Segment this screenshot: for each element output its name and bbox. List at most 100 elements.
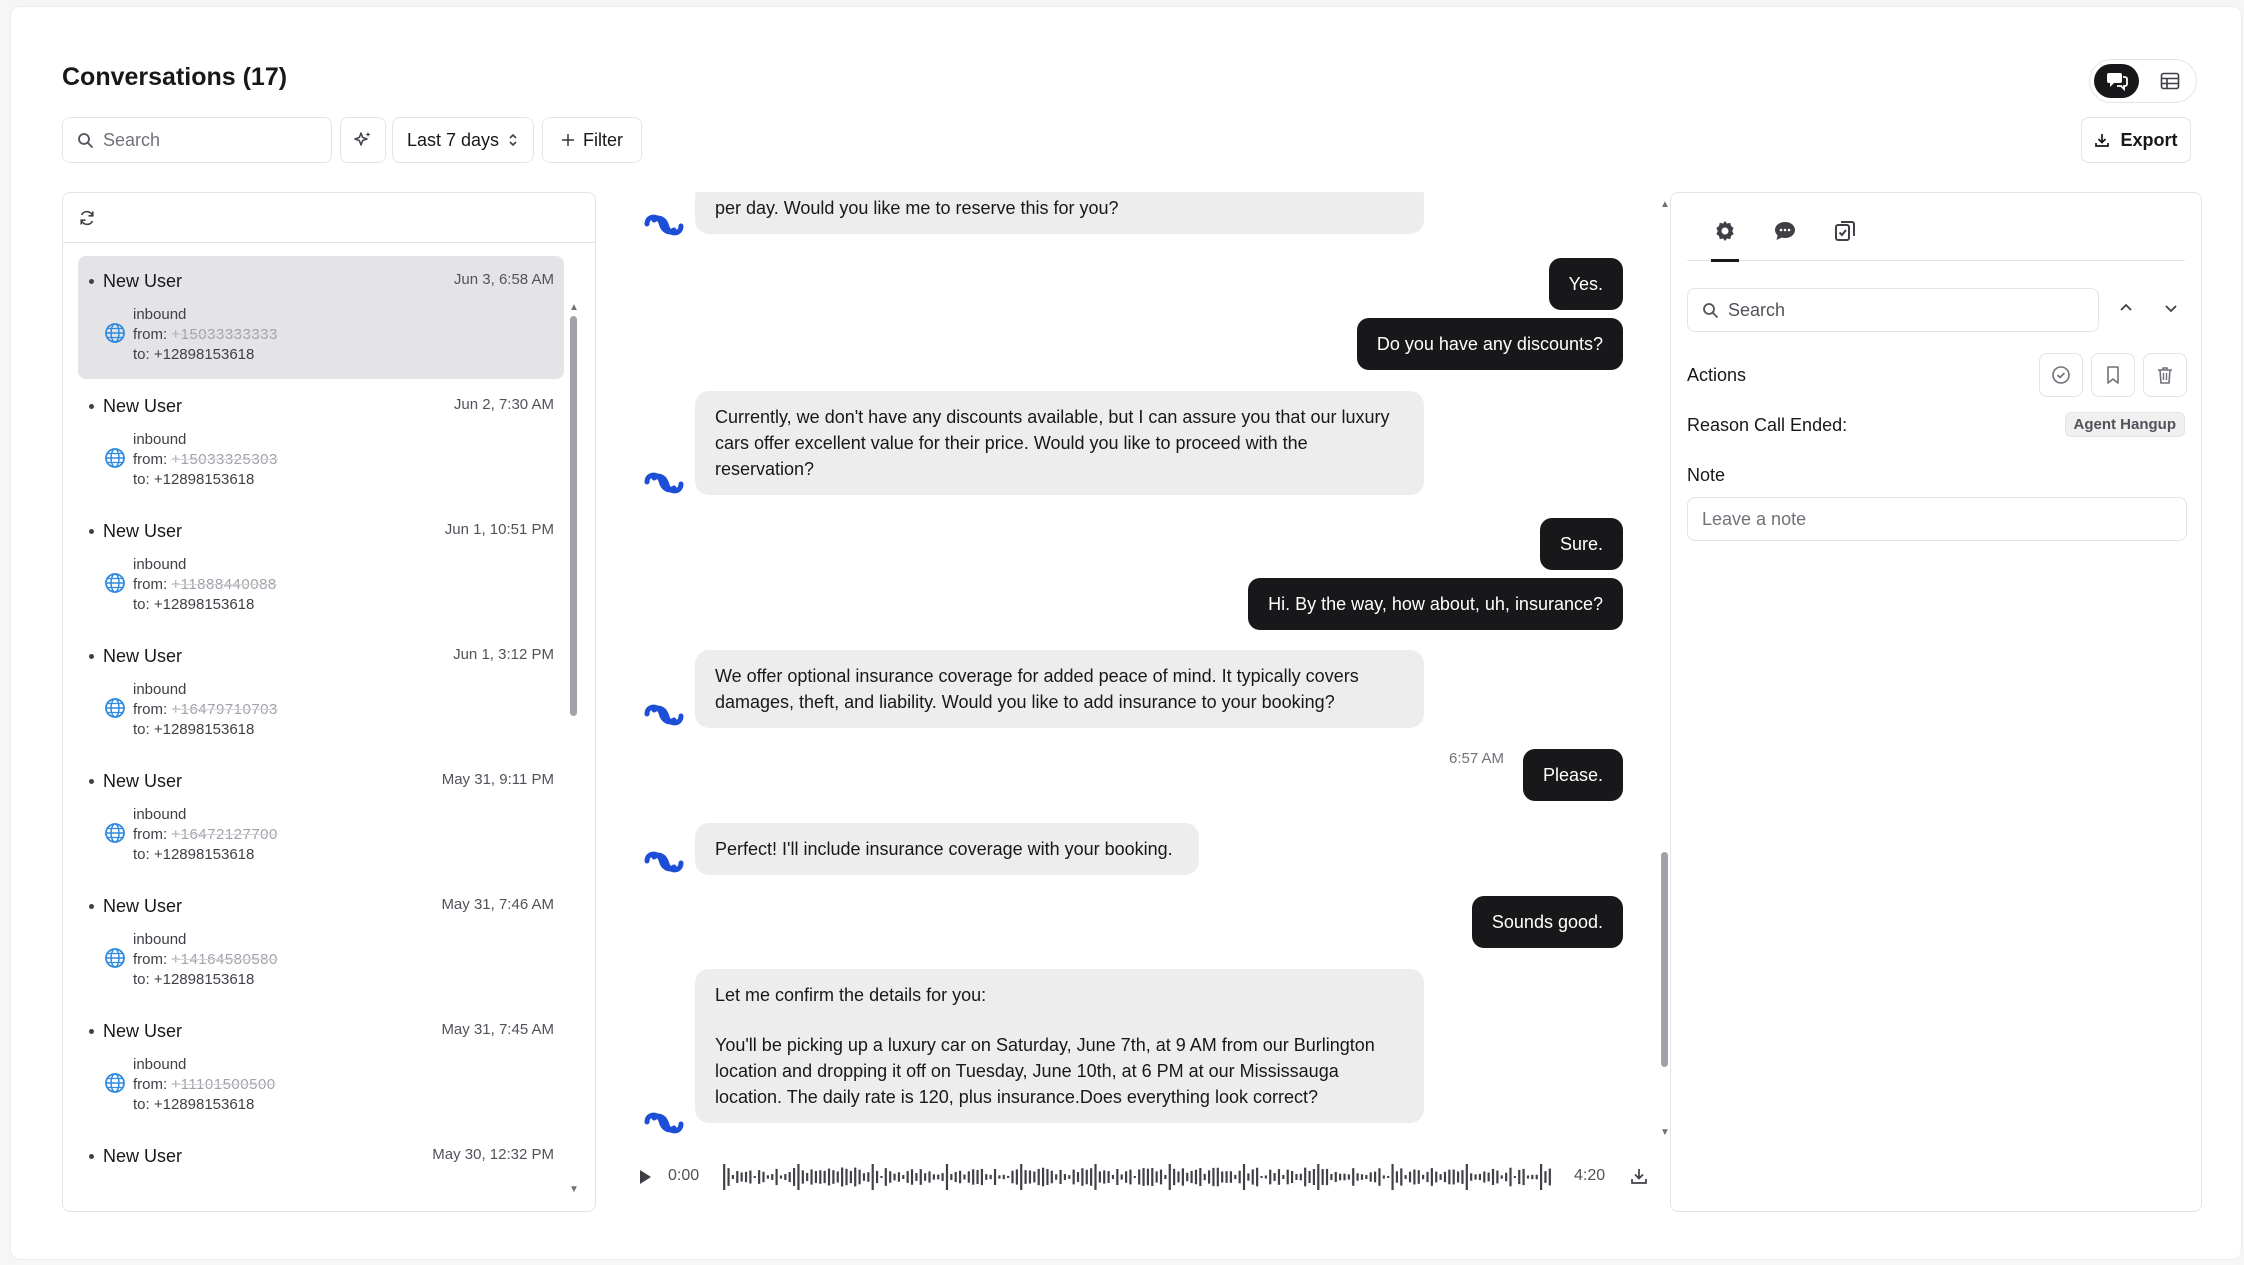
- conversation-item[interactable]: New User Jun 1, 10:51 PM inbound from: +118…: [78, 506, 564, 629]
- waveform-bar: [775, 1168, 778, 1186]
- waveform-bar: [924, 1173, 927, 1181]
- message-text: Perfect! I'll include insurance coverage…: [715, 839, 1173, 859]
- search-input[interactable]: [103, 129, 303, 151]
- waveform-bar: [1491, 1168, 1495, 1186]
- refresh-icon[interactable]: [77, 208, 97, 228]
- transcript-scroll-up[interactable]: ▲: [1660, 199, 1670, 210]
- waveform-bar: [958, 1170, 962, 1184]
- waveform-bar: [723, 1164, 726, 1190]
- waveform-bar: [1159, 1169, 1163, 1185]
- ai-search-button[interactable]: [340, 117, 386, 163]
- globe-icon: [105, 948, 125, 968]
- conversation-item[interactable]: New User May 31, 7:46 AM inbound from: +141…: [78, 881, 564, 1004]
- export-button[interactable]: Export: [2081, 117, 2191, 163]
- conversation-item[interactable]: New User May 31, 7:45 AM inbound from: +111…: [78, 1006, 564, 1129]
- view-toggle: [2089, 59, 2197, 103]
- plus-icon: [562, 134, 574, 146]
- gear-icon: [1716, 221, 1734, 241]
- waveform-bar: [1041, 1167, 1045, 1187]
- waveform-bar: [1535, 1174, 1538, 1180]
- note-input[interactable]: [1702, 508, 2172, 530]
- message-text: Yes.: [1568, 274, 1603, 294]
- conversation-date: May 31, 7:45 AM: [441, 1021, 554, 1038]
- tab-checklist[interactable]: [1831, 217, 1859, 245]
- delete-button[interactable]: [2143, 353, 2187, 397]
- call-direction: inbound: [133, 556, 187, 573]
- waveform-bar: [1068, 1175, 1071, 1179]
- waveform-bar: [1002, 1174, 1005, 1180]
- waveform-bar: [1046, 1169, 1049, 1185]
- conversation-item[interactable]: New User May 30, 12:32 PM: [78, 1131, 564, 1211]
- waveform-bar: [1435, 1171, 1438, 1183]
- message-text: Let me confirm the details for you:: [715, 985, 987, 1005]
- agent-message: per day. Would you like me to reserve th…: [695, 192, 1424, 234]
- audio-waveform[interactable]: [722, 1159, 1552, 1195]
- from-number: +15033333333: [171, 326, 278, 343]
- waveform-bar: [902, 1174, 905, 1180]
- tab-settings[interactable]: [1711, 217, 1739, 245]
- conversation-item[interactable]: New User Jun 1, 3:12 PM inbound from: +1647…: [78, 631, 564, 754]
- reason-badge: Agent Hangup: [2064, 412, 2185, 437]
- conversation-search[interactable]: [62, 117, 332, 163]
- waveform-bar: [897, 1172, 901, 1182]
- chevron-up-icon[interactable]: [2117, 299, 2135, 317]
- globe-icon: [105, 448, 125, 468]
- message-text: Currently, we don't have any discounts a…: [715, 407, 1390, 479]
- agent-message: Let me confirm the details for you: You'…: [695, 969, 1424, 1123]
- waveform-bar: [889, 1171, 892, 1183]
- callee-number: to: +12898153618: [133, 346, 255, 363]
- waveform-bar: [1312, 1168, 1316, 1186]
- user-message: Please.: [1522, 749, 1623, 801]
- unread-dot: [89, 529, 94, 534]
- chevron-down-icon[interactable]: [2162, 299, 2180, 317]
- note-field[interactable]: [1687, 497, 2187, 541]
- waveform-bar: [1020, 1164, 1023, 1190]
- callee-number: to: +12898153618: [133, 596, 255, 613]
- chat-view-button[interactable]: [2094, 64, 2139, 98]
- details-search[interactable]: [1687, 288, 2099, 332]
- conversation-item[interactable]: New User May 31, 9:11 PM inbound from: +164…: [78, 756, 564, 879]
- caller-number: from: +14164580580: [133, 951, 278, 968]
- globe-icon: [105, 1073, 125, 1093]
- waveform-bar: [1487, 1172, 1490, 1182]
- list-scrollbar[interactable]: [570, 316, 577, 716]
- tab-chat[interactable]: [1771, 217, 1799, 245]
- conversation-item[interactable]: New User Jun 2, 7:30 AM inbound from: +1503…: [78, 381, 564, 504]
- waveform-bar: [1234, 1174, 1237, 1180]
- search-icon: [1703, 303, 1718, 318]
- waveform-bar: [1129, 1169, 1132, 1185]
- transcript-scrollbar[interactable]: [1661, 852, 1668, 1067]
- waveform-bar: [849, 1170, 852, 1184]
- table-view-button[interactable]: [2147, 64, 2192, 98]
- conversation-name: New User: [103, 521, 183, 541]
- scroll-up-arrow[interactable]: ▲: [569, 302, 579, 313]
- waveform-bar: [1513, 1176, 1516, 1178]
- download-icon[interactable]: [1629, 1166, 1649, 1186]
- filter-button[interactable]: Filter: [542, 117, 642, 163]
- waveform-bar: [1360, 1174, 1364, 1180]
- mark-reviewed-button[interactable]: [2039, 353, 2083, 397]
- waveform-bar: [1352, 1168, 1355, 1186]
- conversation-date: May 30, 12:32 PM: [432, 1146, 554, 1163]
- scroll-down-arrow[interactable]: ▼: [569, 1184, 579, 1195]
- conversation-list: ▲ ▼ New User Jun 3, 6:58 AM inbound from: +…: [63, 244, 595, 1211]
- waveform-bar: [854, 1167, 857, 1187]
- check-circle-icon: [2052, 366, 2070, 384]
- unread-dot: [89, 279, 94, 284]
- transcript-scroll-down[interactable]: ▼: [1660, 1127, 1670, 1138]
- from-label: from:: [133, 826, 168, 843]
- waveform-bar: [1221, 1171, 1224, 1183]
- waveform-bar: [919, 1169, 922, 1185]
- play-icon[interactable]: [636, 1167, 654, 1187]
- conversation-item[interactable]: New User Jun 3, 6:58 AM inbound from: +1503…: [78, 256, 564, 379]
- waveform-bar: [1290, 1170, 1294, 1184]
- waveform-bar: [1050, 1170, 1053, 1184]
- message-text: per day. Would you like me to reserve th…: [715, 198, 1119, 218]
- note-label: Note: [1687, 465, 1726, 485]
- message-text: Sure.: [1559, 534, 1603, 554]
- bookmark-button[interactable]: [2091, 353, 2135, 397]
- details-search-input[interactable]: [1728, 299, 2068, 321]
- waveform-bar: [1225, 1171, 1228, 1183]
- date-range-select[interactable]: Last 7 days: [392, 117, 534, 163]
- waveform-bar: [1321, 1169, 1324, 1185]
